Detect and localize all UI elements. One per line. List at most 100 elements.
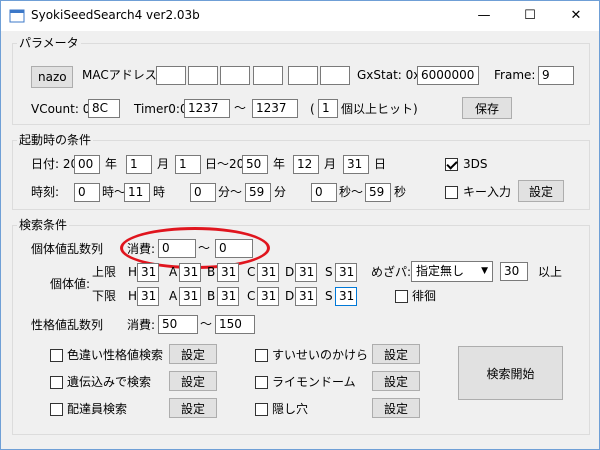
mac-field-1[interactable] [156,66,186,85]
chevron-down-icon: ▼ [481,266,488,276]
mac-field-4[interactable] [253,66,283,85]
iv-consume-label: 消費: [127,242,156,256]
mac-field-3[interactable] [220,66,250,85]
hidden-hollow-checkbox[interactable] [255,403,268,416]
min-unit: 分 [274,185,287,199]
upper-iv-h-field[interactable]: 31 [137,263,159,282]
lower-iv-d-field[interactable]: 31 [295,287,317,306]
wander-checkbox[interactable] [395,290,408,303]
lower-iv-h-field[interactable]: 31 [137,287,159,306]
gxstat-field[interactable]: 6000000 [417,66,479,85]
sec-to-field[interactable]: 59 [365,183,391,202]
nature-to-field[interactable]: 150 [215,315,255,334]
min-tilde: 分〜 [218,185,243,199]
iv-consume-to-field[interactable]: 0 [215,239,253,258]
courier-checkbox[interactable] [50,403,63,416]
timer-to-field[interactable]: 1237 [252,99,298,118]
inherit-checkbox[interactable] [50,376,63,389]
year-unit-2: 年 [273,157,286,171]
hit-count-field[interactable]: 1 [318,99,338,118]
timer-from-field[interactable]: 1237 [184,99,230,118]
nature-from-field[interactable]: 50 [158,315,198,334]
inherit-settings-button[interactable]: 設定 [169,371,217,391]
mac-field-2[interactable] [188,66,218,85]
nature-consume-label: 消費: [127,318,156,332]
mac-field-5[interactable] [288,66,318,85]
start-search-button[interactable]: 検索開始 [458,346,563,400]
iv-consume-from-field[interactable]: 0 [158,239,196,258]
month-unit-2: 月 [324,157,337,171]
vcount-field[interactable]: 8C [88,99,120,118]
iv-label: 個体値: [50,277,91,291]
window-title: SyokiSeedSearch4 ver2.03b [31,8,200,22]
year-to-field[interactable]: 50 [242,155,268,174]
min-to-field[interactable]: 59 [245,183,271,202]
inherit-label: 遺伝込みで検索 [67,375,152,389]
upper-stat-d: D [285,265,295,279]
lower-iv-c-field[interactable]: 31 [257,287,279,306]
lower-iv-b-field[interactable]: 31 [217,287,239,306]
shiny-nature-checkbox[interactable] [50,349,63,362]
hidden-hollow-settings-button[interactable]: 設定 [372,398,420,418]
minimize-button[interactable]: — [461,1,507,31]
ds-checkbox[interactable] [445,158,458,171]
comet-shard-label: すいせいのかけら [272,348,369,362]
iv-consume-tilde: 〜 [198,241,211,255]
year-from-field[interactable]: 00 [74,155,100,174]
hour-tilde: 時〜 [102,185,127,199]
close-button[interactable]: ✕ [553,1,599,31]
comet-shard-checkbox[interactable] [255,349,268,362]
time-label: 時刻: [31,185,60,199]
hour-unit: 時 [153,185,166,199]
upper-iv-s-field[interactable]: 31 [335,263,357,282]
date-label: 日付: 20 [31,157,79,171]
timer-tilde: 〜 [234,101,247,115]
day-tilde-prefix: 日〜20 [205,157,245,171]
hour-from-field[interactable]: 0 [74,183,100,202]
iv-rng-label: 個体値乱数列 [31,242,104,256]
nature-tilde: 〜 [200,317,213,331]
day-from-field[interactable]: 1 [175,155,201,174]
shiny-nature-settings-button[interactable]: 設定 [169,344,217,364]
key-input-checkbox[interactable] [445,186,458,199]
upper-stat-h: H [128,265,138,279]
upper-stat-s: S [325,265,333,279]
courier-settings-button[interactable]: 設定 [169,398,217,418]
lower-iv-a-field[interactable]: 31 [179,287,201,306]
month-from-field[interactable]: 1 [126,155,152,174]
nimbasa-dome-checkbox[interactable] [255,376,268,389]
search-group-title: 検索条件 [17,218,70,232]
key-settings-button[interactable]: 設定 [518,180,564,202]
comet-shard-settings-button[interactable]: 設定 [372,344,420,364]
courier-label: 配達員検索 [67,402,128,416]
sec-unit: 秒 [394,185,407,199]
maximize-button[interactable]: ☐ [507,1,553,31]
lower-iv-s-field[interactable]: 31 [335,287,357,306]
hit-label: 個以上ヒット) [341,102,418,116]
month-to-field[interactable]: 12 [293,155,319,174]
save-button[interactable]: 保存 [462,97,512,119]
mac-field-6[interactable] [320,66,350,85]
month-unit: 月 [157,157,170,171]
nazo-button[interactable]: nazo [31,66,73,88]
nimbasa-dome-settings-button[interactable]: 設定 [372,371,420,391]
day-to-field[interactable]: 31 [343,155,369,174]
mezapa-power-field[interactable]: 30 [500,262,528,281]
ds-label: 3DS [463,157,488,171]
nature-rng-label: 性格値乱数列 [31,318,104,332]
sec-tilde: 秒〜 [339,185,364,199]
gxstat-label: GxStat: 0x [357,68,421,82]
mezapa-suffix: 以上 [538,265,563,279]
frame-field[interactable]: 9 [538,66,574,85]
lower-stat-h: H [128,289,138,303]
upper-iv-c-field[interactable]: 31 [257,263,279,282]
hour-to-field[interactable]: 11 [124,183,150,202]
min-from-field[interactable]: 0 [190,183,216,202]
lower-stat-b: B [207,289,216,303]
upper-iv-d-field[interactable]: 31 [295,263,317,282]
upper-iv-a-field[interactable]: 31 [179,263,201,282]
mezapa-select[interactable]: 指定無し ▼ [411,261,493,282]
upper-iv-b-field[interactable]: 31 [217,263,239,282]
lower-label: 下限 [92,289,117,303]
sec-from-field[interactable]: 0 [311,183,337,202]
